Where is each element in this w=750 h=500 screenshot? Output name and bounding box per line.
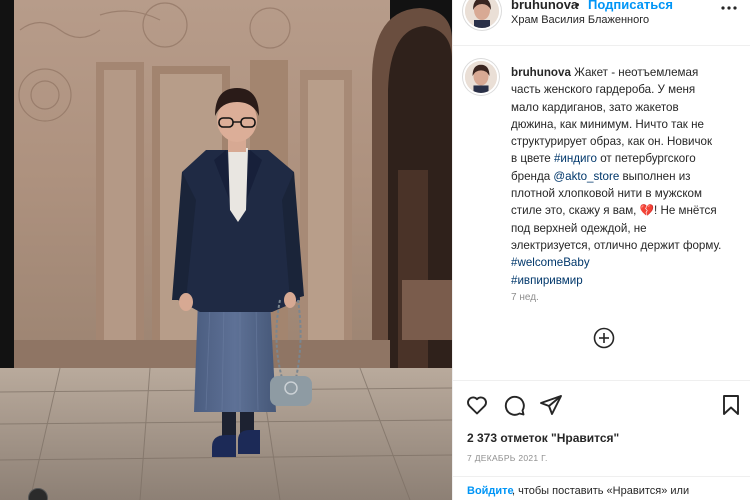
post-sidebar: bruhunova • Подписаться Храм Василия Бла… — [452, 0, 750, 500]
heart-icon[interactable] — [465, 393, 489, 417]
follow-button[interactable]: Подписаться — [588, 0, 673, 12]
share-icon[interactable] — [539, 393, 563, 417]
caption-avatar[interactable] — [465, 61, 497, 93]
plus-circle-icon[interactable] — [593, 327, 615, 349]
comment-icon[interactable] — [502, 393, 526, 417]
post-header: bruhunova • Подписаться Храм Василия Бла… — [453, 0, 750, 46]
separator-dot: • — [575, 0, 580, 12]
hashtag-ivpirivmir[interactable]: #ивпиривмир — [511, 272, 743, 289]
login-prompt-text: , чтобы поставить «Нравится» или — [512, 485, 690, 497]
post-photo[interactable] — [0, 0, 452, 500]
login-link[interactable]: Войдите — [467, 485, 514, 497]
likes-count[interactable]: 2 373 отметок "Нравится" — [467, 431, 619, 445]
bookmark-icon[interactable] — [719, 393, 743, 417]
hashtag-welcomebaby[interactable]: #welcomeBaby — [511, 254, 743, 271]
caption-username[interactable]: bruhunova — [511, 66, 571, 79]
hashtag-indigo[interactable]: #индиго — [554, 152, 597, 165]
avatar[interactable] — [465, 0, 499, 28]
location-link[interactable]: Храм Василия Блаженного — [511, 14, 649, 26]
photo-scene — [0, 0, 452, 500]
login-prompt: Войдите , чтобы поставить «Нравится» или — [453, 476, 750, 500]
post-caption: bruhunova Жакет - неотъемлемая часть жен… — [511, 64, 743, 289]
action-bar — [453, 380, 750, 428]
caption-time-ago: 7 нед. — [511, 292, 539, 303]
username-link[interactable]: bruhunova — [511, 0, 578, 12]
post-date: 7 ДЕКАБРЬ 2021 Г. — [467, 453, 548, 463]
mention-akto-store[interactable]: @akto_store — [553, 170, 619, 183]
more-horizontal-icon[interactable] — [719, 0, 739, 18]
